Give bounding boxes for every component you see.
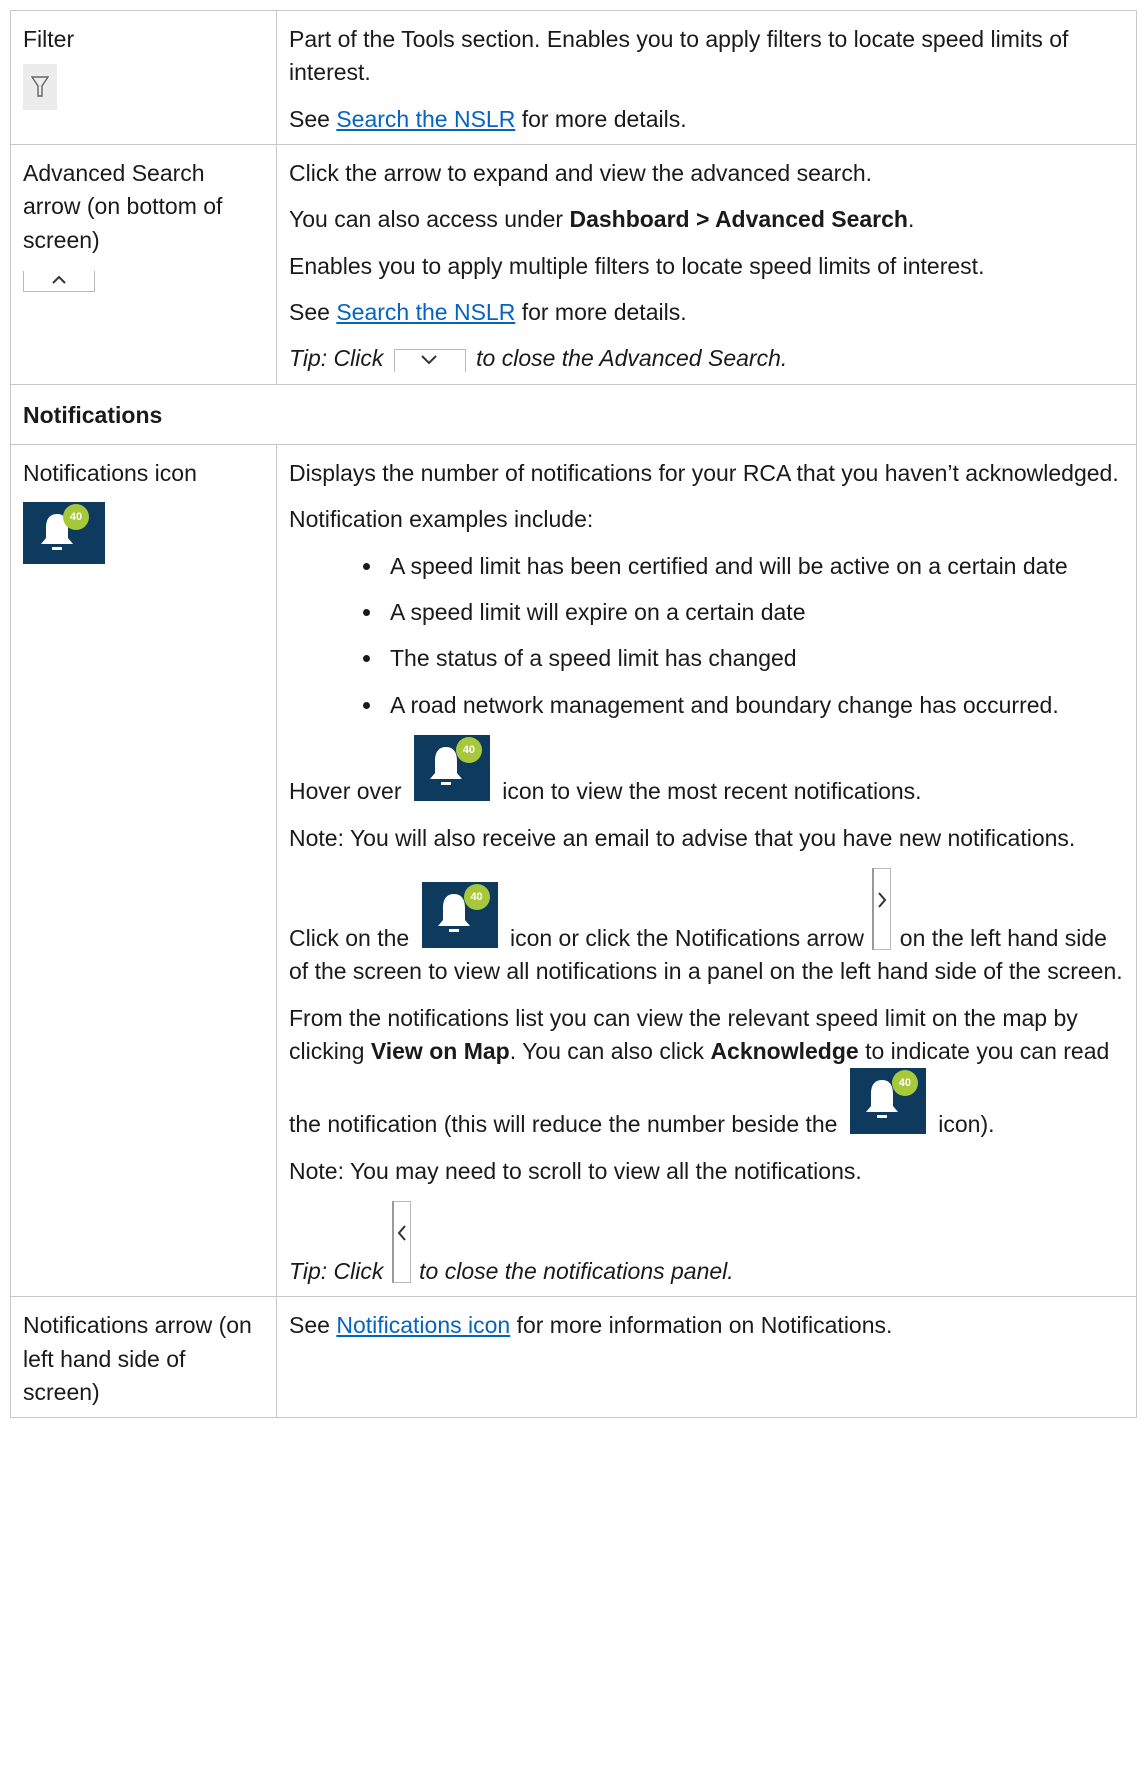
hover-prefix: Hover over xyxy=(289,778,408,805)
advanced-p1: Click the arrow to expand and view the a… xyxy=(289,160,872,187)
click-middle: icon or click the Notifications arrow xyxy=(503,924,871,951)
list-end: icon). xyxy=(931,1111,995,1138)
list-item: A road network management and boundary c… xyxy=(384,689,1124,722)
see-prefix: See xyxy=(289,299,337,326)
p2-suffix: . xyxy=(907,206,915,233)
list-middle: . You can also click xyxy=(509,1037,711,1064)
chevron-left-icon xyxy=(391,1200,411,1283)
see-prefix: See xyxy=(289,105,337,132)
notification-count-badge: 40 xyxy=(455,737,482,764)
p2-prefix: You can also access under xyxy=(289,206,570,233)
see-suffix: for more details. xyxy=(515,299,687,326)
notification-count-badge: 40 xyxy=(891,1070,918,1097)
notification-count-badge: 40 xyxy=(63,504,89,531)
notifications-p1: Displays the number of notifications for… xyxy=(289,460,1119,487)
dashboard-path: Dashboard > Advanced Search xyxy=(569,206,908,233)
filter-label: Filter xyxy=(23,26,75,52)
filter-icon xyxy=(23,64,57,111)
notifications-p2: Notification examples include: xyxy=(289,506,594,533)
filter-description: Part of the Tools section. Enables you t… xyxy=(289,26,1069,86)
view-on-map-text: View on Map xyxy=(370,1037,510,1064)
advanced-search-label: Advanced Search arrow (on bottom of scre… xyxy=(23,160,223,253)
search-nslr-link[interactable]: Search the NSLR xyxy=(336,299,515,325)
acknowledge-text: Acknowledge xyxy=(710,1037,859,1064)
label-cell: Filter xyxy=(10,9,277,146)
list-instruction: From the notifications list you can view… xyxy=(289,1002,1124,1142)
notification-examples-list: A speed limit has been certified and wil… xyxy=(289,550,1124,722)
see-suffix: for more information on Notifications. xyxy=(510,1312,893,1339)
label-cell: Notifications icon 40 xyxy=(10,444,277,1298)
bell-icon: 40 xyxy=(421,881,498,948)
notifications-icon-label: Notifications icon xyxy=(23,460,197,487)
scroll-note: Note: You may need to scroll to view all… xyxy=(289,1157,862,1184)
advanced-see-more: See Search the NSLR for more details. xyxy=(289,296,1124,329)
bell-icon: 40 xyxy=(23,502,105,565)
click-prefix: Click on the xyxy=(289,924,416,951)
notifications-tip: Tip: Click to close the notifications pa… xyxy=(289,1200,1124,1288)
advanced-p3: Enables you to apply multiple filters to… xyxy=(289,252,985,279)
table-row-notifications-icon: Notifications icon 40 Displays the numbe… xyxy=(10,444,1137,1298)
chevron-down-icon xyxy=(393,348,466,372)
chevron-up-icon xyxy=(23,271,95,293)
description-cell: Click the arrow to expand and view the a… xyxy=(276,144,1137,385)
search-nslr-link[interactable]: Search the NSLR xyxy=(336,106,515,132)
click-instruction: Click on the 40 icon or click the Notifi… xyxy=(289,867,1124,989)
advanced-p2: You can also access under Dashboard > Ad… xyxy=(289,203,1124,236)
tip-suffix: to close the Advanced Search. xyxy=(469,345,788,372)
label-cell: Notifications arrow (on left hand side o… xyxy=(10,1296,277,1419)
bell-icon: 40 xyxy=(849,1068,926,1135)
help-table: Filter Part of the Tools section. Enable… xyxy=(10,9,1137,1419)
see-suffix: for more details. xyxy=(515,105,687,132)
table-section-notifications: Notifications xyxy=(10,383,1137,446)
label-cell: Advanced Search arrow (on bottom of scre… xyxy=(10,144,277,385)
table-row-filter: Filter Part of the Tools section. Enable… xyxy=(10,9,1137,146)
notifications-icon-link[interactable]: Notifications icon xyxy=(336,1312,510,1338)
description-cell: Displays the number of notifications for… xyxy=(276,444,1137,1298)
hover-suffix: icon to view the most recent notificatio… xyxy=(495,778,922,805)
arrow-see-more: See Notifications icon for more informat… xyxy=(289,1309,1124,1342)
bell-icon: 40 xyxy=(413,735,490,802)
list-item: A speed limit has been certified and wil… xyxy=(384,550,1124,583)
section-title: Notifications xyxy=(10,383,1137,446)
notification-count-badge: 40 xyxy=(463,883,490,910)
filter-see-more: See Search the NSLR for more details. xyxy=(289,103,1124,136)
email-note: Note: You will also receive an email to … xyxy=(289,824,1076,851)
hover-instruction: Hover over 40 icon to view the most rece… xyxy=(289,735,1124,808)
list-item: The status of a speed limit has changed xyxy=(384,642,1124,675)
notifications-arrow-label: Notifications arrow (on left hand side o… xyxy=(23,1312,252,1405)
tip-suffix: to close the notifications panel. xyxy=(412,1257,734,1284)
chevron-right-icon xyxy=(872,867,892,950)
description-cell: Part of the Tools section. Enables you t… xyxy=(276,9,1137,146)
description-cell: See Notifications icon for more informat… xyxy=(276,1296,1137,1419)
table-row-notifications-arrow: Notifications arrow (on left hand side o… xyxy=(10,1296,1137,1419)
list-item: A speed limit will expire on a certain d… xyxy=(384,596,1124,629)
advanced-tip: Tip: Click to close the Advanced Search. xyxy=(289,342,1124,375)
tip-prefix: Tip: Click xyxy=(289,1257,390,1284)
see-prefix: See xyxy=(289,1312,337,1339)
table-row-advanced-search: Advanced Search arrow (on bottom of scre… xyxy=(10,144,1137,385)
tip-prefix: Tip: Click xyxy=(289,345,390,372)
